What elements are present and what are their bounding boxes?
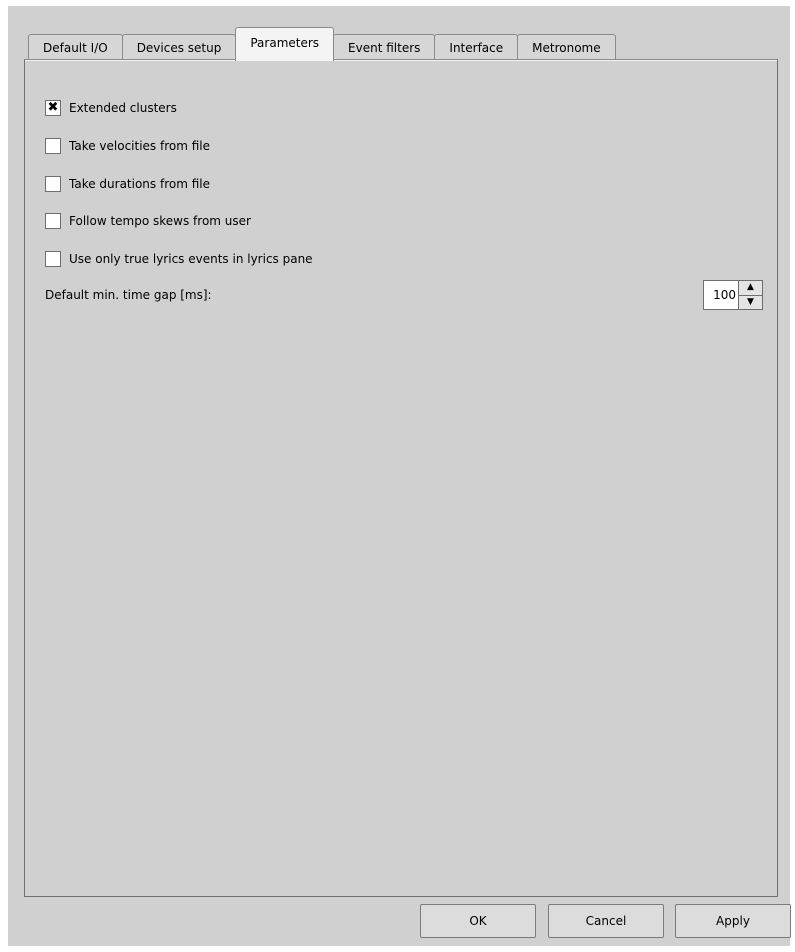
take-velocities-checkbox[interactable] <box>45 138 61 154</box>
option-label: Follow tempo skews from user <box>69 214 251 228</box>
option-take-velocities[interactable]: Take velocities from file <box>45 136 210 156</box>
apply-button[interactable]: Apply <box>675 904 791 938</box>
option-label: Take velocities from file <box>69 139 211 153</box>
time-gap-value[interactable]: 100 <box>704 281 738 309</box>
tab-interface[interactable]: Interface <box>434 34 519 60</box>
parameters-panel: ✖ Extended clusters Take velocities from… <box>24 59 778 897</box>
option-label: Take durations from file <box>69 177 210 191</box>
tab-devices-setup[interactable]: Devices setup <box>121 34 237 60</box>
true-lyrics-events-checkbox[interactable] <box>45 251 61 267</box>
spin-down-icon[interactable]: ▼ <box>739 294 762 309</box>
option-extended-clusters[interactable]: ✖ Extended clusters <box>45 98 177 118</box>
time-gap-spinbox[interactable]: 100 ▲ ▼ <box>703 280 763 310</box>
cancel-button[interactable]: Cancel <box>548 904 664 938</box>
tab-bar: Default I/O Devices setup Parameters Eve… <box>28 24 616 61</box>
option-follow-tempo-skews[interactable]: Follow tempo skews from user <box>45 211 251 231</box>
preferences-window: Default I/O Devices setup Parameters Eve… <box>8 6 791 946</box>
spin-up-icon[interactable]: ▲ <box>739 281 762 295</box>
option-take-durations[interactable]: Take durations from file <box>45 174 210 194</box>
option-label: Use only true lyrics events in lyrics pa… <box>69 252 313 266</box>
option-true-lyrics-events[interactable]: Use only true lyrics events in lyrics pa… <box>45 249 313 269</box>
tab-parameters[interactable]: Parameters <box>235 27 335 61</box>
ok-button[interactable]: OK <box>420 904 536 938</box>
tab-event-filters[interactable]: Event filters <box>333 34 436 60</box>
follow-tempo-skews-checkbox[interactable] <box>45 213 61 229</box>
spin-buttons: ▲ ▼ <box>738 281 762 309</box>
extended-clusters-checkbox[interactable]: ✖ <box>45 100 61 116</box>
time-gap-label: Default min. time gap [ms]: <box>45 288 212 302</box>
check-mark-icon: ✖ <box>47 100 59 115</box>
option-label: Extended clusters <box>69 101 177 115</box>
take-durations-checkbox[interactable] <box>45 176 61 192</box>
tab-default-io[interactable]: Default I/O <box>28 34 123 60</box>
tab-metronome[interactable]: Metronome <box>517 34 616 60</box>
